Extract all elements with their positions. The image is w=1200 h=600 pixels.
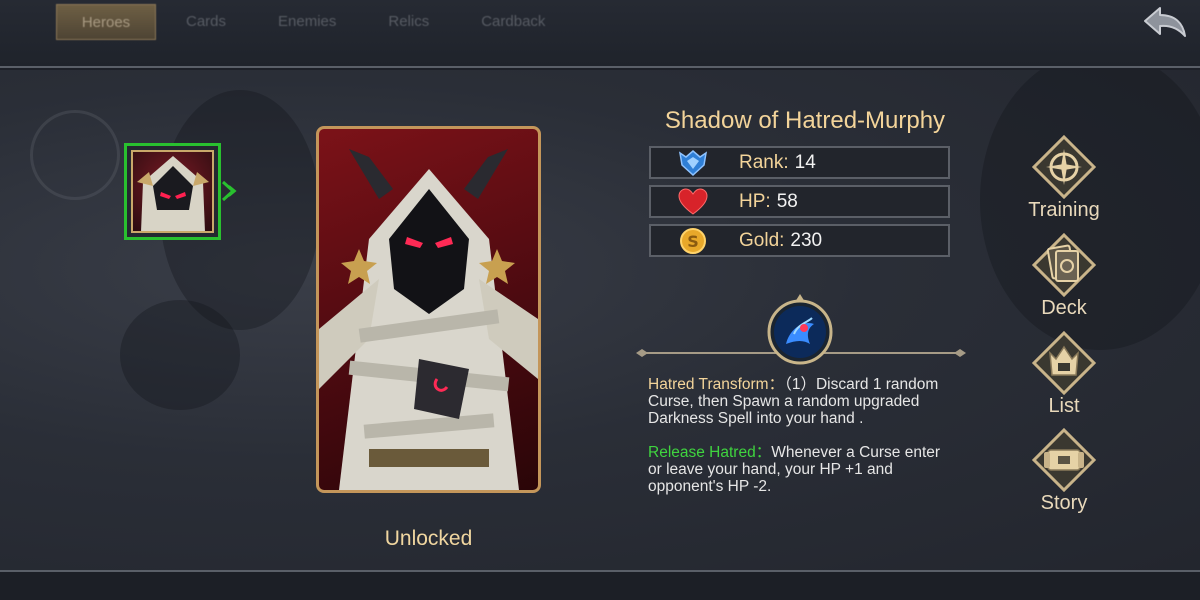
tab-cardback[interactable]: Cardback [459, 4, 567, 40]
deck-label: Deck [1041, 297, 1087, 319]
deck-cards-icon [1031, 232, 1097, 298]
stat-row-gold: S Gold: 230 [649, 224, 950, 257]
hero-thumbnail-selected[interactable] [124, 143, 221, 240]
story-label: Story [1040, 492, 1088, 514]
stat-value-gold: 230 [790, 229, 823, 251]
skill-description-2: Release Hatred：Whenever a Curse enter or… [648, 444, 958, 495]
tab-enemies[interactable]: Enemies [256, 4, 358, 40]
background-moon [30, 110, 120, 200]
stat-row-rank: Rank: 14 [649, 146, 950, 179]
list-button[interactable]: List [1022, 330, 1106, 418]
stat-row-hp: HP: 58 [649, 185, 950, 218]
deck-button[interactable]: Deck [1022, 232, 1106, 320]
svg-text:S: S [687, 232, 699, 251]
training-label: Training [1028, 199, 1100, 221]
rank-icon [677, 149, 709, 177]
heart-icon [677, 187, 709, 216]
selected-chevron-icon [221, 180, 237, 202]
top-bar: Heroes Cards Enemies Relics Cardback [0, 0, 1200, 68]
bottom-bar [0, 570, 1200, 600]
hero-portrait-card [316, 126, 541, 493]
hero-name-title: Shadow of Hatred-Murphy [664, 107, 946, 134]
training-compass-icon [1031, 134, 1097, 200]
list-helmet-icon [1031, 330, 1097, 396]
training-button[interactable]: Training [1022, 134, 1106, 222]
back-arrow-icon [1144, 7, 1186, 37]
stat-label-gold: Gold: [739, 229, 785, 251]
story-button[interactable]: Story [1022, 427, 1106, 515]
skill-name-hatred-transform: Hatred Transform： [648, 376, 785, 393]
back-button[interactable] [1142, 4, 1188, 40]
stat-label-hp: HP: [739, 190, 771, 212]
hero-thumbnail-image [131, 150, 214, 233]
skill-name-release-hatred: Release Hatred： [648, 444, 772, 461]
hero-artwork [319, 149, 538, 490]
tab-cards[interactable]: Cards [164, 4, 248, 40]
stat-label-rank: Rank: [739, 151, 789, 173]
background-skull [120, 300, 240, 410]
category-tabs: Heroes Cards Enemies Relics Cardback [56, 4, 575, 40]
list-label: List [1048, 395, 1080, 417]
hero-unlock-status: Unlocked [384, 527, 473, 550]
tab-relics[interactable]: Relics [366, 4, 451, 40]
story-scroll-icon [1031, 427, 1097, 493]
gold-coin-icon: S [677, 227, 709, 255]
skill-description-1: Hatred Transform：（1）Discard 1 random Cur… [648, 376, 958, 427]
skill-emblem [764, 294, 836, 366]
stat-value-rank: 14 [794, 151, 816, 173]
stat-value-hp: 58 [776, 190, 798, 212]
tab-heroes[interactable]: Heroes [56, 4, 156, 40]
